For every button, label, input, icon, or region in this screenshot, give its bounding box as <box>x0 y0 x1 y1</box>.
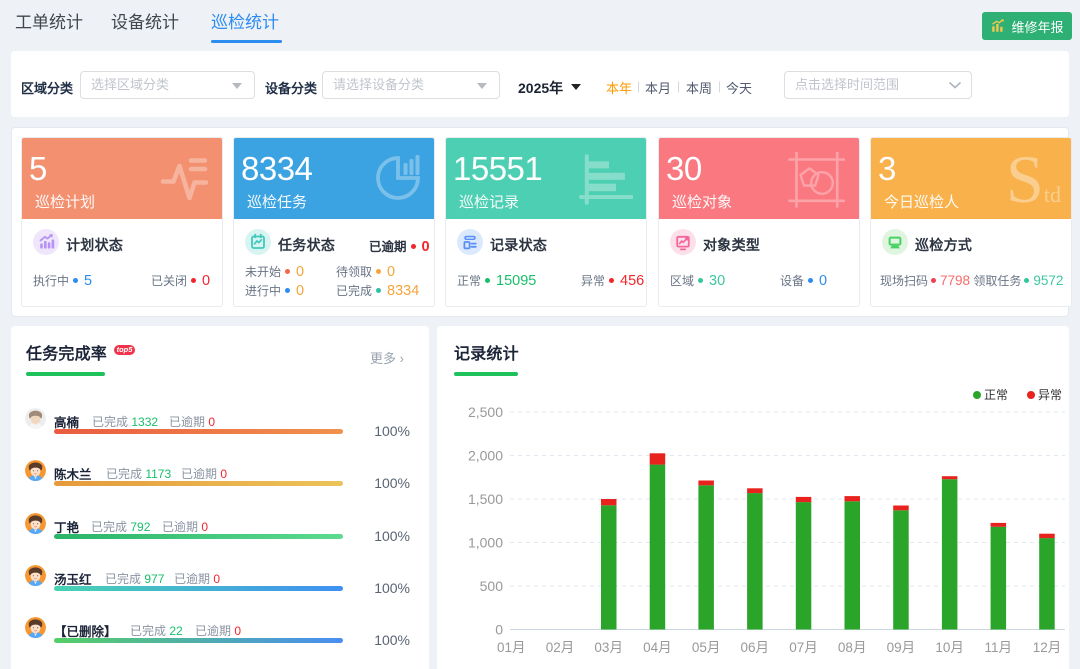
svg-text:0: 0 <box>495 622 503 638</box>
svg-text:08月: 08月 <box>838 640 867 655</box>
svg-text:10月: 10月 <box>935 640 964 655</box>
svg-text:异常: 异常 <box>1038 388 1062 402</box>
svg-text:2,000: 2,000 <box>468 448 503 464</box>
svg-text:1,000: 1,000 <box>468 535 503 551</box>
svg-text:05月: 05月 <box>692 640 721 655</box>
svg-text:500: 500 <box>480 578 504 594</box>
svg-text:02月: 02月 <box>546 640 575 655</box>
svg-text:正常: 正常 <box>984 388 1008 402</box>
svg-text:06月: 06月 <box>741 640 770 655</box>
svg-text:07月: 07月 <box>789 640 818 655</box>
svg-text:03月: 03月 <box>594 640 623 655</box>
svg-text:1,500: 1,500 <box>468 491 503 507</box>
svg-text:04月: 04月 <box>643 640 672 655</box>
svg-text:11月: 11月 <box>985 640 1013 655</box>
svg-text:2,500: 2,500 <box>468 404 503 420</box>
svg-text:01月: 01月 <box>497 640 526 655</box>
svg-text:09月: 09月 <box>887 640 916 655</box>
svg-text:12月: 12月 <box>1033 640 1062 655</box>
